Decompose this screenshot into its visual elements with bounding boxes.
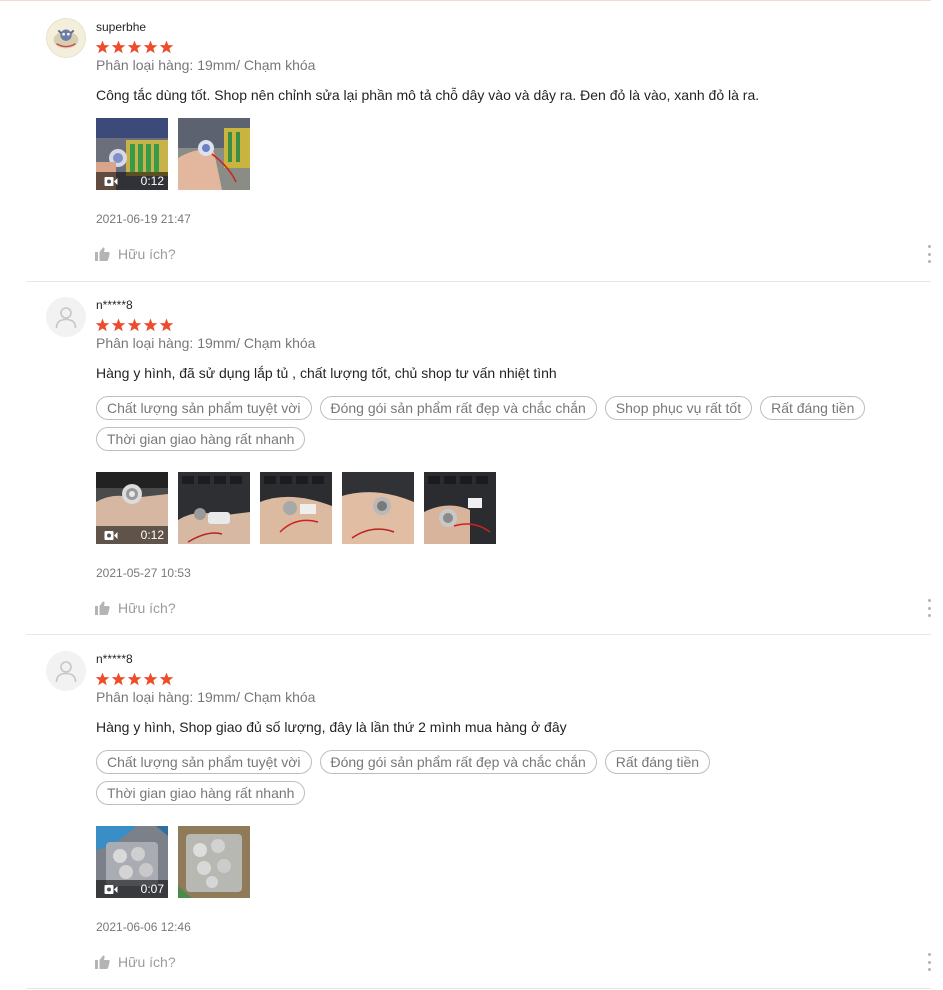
rating-stars (95, 40, 174, 54)
helpful-button[interactable]: Hữu ích? (95, 954, 176, 970)
star-icon (127, 40, 142, 54)
more-options-button[interactable] (926, 599, 932, 617)
helpful-button[interactable]: Hữu ích? (95, 600, 176, 616)
avatar-image (47, 19, 85, 57)
rating-stars (95, 318, 174, 332)
photo (424, 472, 496, 544)
video-thumbnail[interactable]: 0:12 (96, 118, 168, 190)
video-bar: 0:12 (96, 526, 168, 544)
video-bar: 0:07 (96, 880, 168, 898)
review-tag[interactable]: Shop phục vụ rất tốt (604, 396, 753, 420)
review-comment: Hàng y hình, đã sử dụng lắp tủ , chất lư… (96, 365, 557, 381)
review-comment: Hàng y hình, Shop giao đủ số lượng, đây … (96, 719, 567, 735)
more-vertical-icon (927, 260, 931, 263)
video-bar: 0:12 (96, 172, 168, 190)
star-icon (127, 318, 142, 332)
thumbs-up-icon (95, 601, 110, 615)
star-icon (127, 672, 142, 686)
review-tag[interactable]: Đóng gói sản phẩm rất đẹp và chắc chắn (319, 396, 597, 420)
star-icon (111, 318, 126, 332)
star-icon (159, 672, 174, 686)
star-icon (111, 672, 126, 686)
review-comment: Công tắc dùng tốt. Shop nên chỉnh sửa lạ… (96, 87, 760, 103)
review-tags: Chất lượng sản phẩm tuyệt vời Đóng gói s… (96, 396, 916, 451)
review-tag[interactable]: Rất đáng tiền (604, 750, 711, 774)
username[interactable]: n*****8 (96, 298, 133, 312)
photo (178, 118, 250, 190)
star-icon (111, 40, 126, 54)
image-thumbnail[interactable] (178, 472, 250, 544)
user-avatar[interactable] (46, 651, 86, 691)
video-duration: 0:12 (140, 174, 164, 188)
username[interactable]: n*****8 (96, 652, 133, 666)
review-tag[interactable]: Chất lượng sản phẩm tuyệt vời (96, 750, 312, 774)
photo (260, 472, 332, 544)
more-vertical-icon (927, 614, 931, 617)
image-thumbnail[interactable] (178, 826, 250, 898)
video-thumbnail[interactable]: 0:12 (96, 472, 168, 544)
review-tag[interactable]: Rất đáng tiền (760, 396, 866, 420)
helpful-button[interactable]: Hữu ích? (95, 246, 176, 262)
thumbs-up-icon (95, 247, 110, 261)
review-tags: Chất lượng sản phẩm tuyệt vời Đóng gói s… (96, 750, 916, 805)
video-thumbnail[interactable]: 0:07 (96, 826, 168, 898)
star-icon (143, 40, 158, 54)
user-avatar[interactable] (46, 297, 86, 337)
product-variation: Phân loại hàng: 19mm/ Chạm khóa (96, 57, 316, 73)
review-date: 2021-05-27 10:53 (96, 566, 191, 580)
star-icon (143, 672, 158, 686)
review-tag[interactable]: Thời gian giao hàng rất nhanh (96, 427, 306, 451)
image-thumbnail[interactable] (342, 472, 414, 544)
more-options-button[interactable] (926, 953, 932, 971)
image-thumbnail[interactable] (260, 472, 332, 544)
review-tag[interactable]: Đóng gói sản phẩm rất đẹp và chắc chắn (319, 750, 597, 774)
photo (178, 826, 250, 898)
image-thumbnail[interactable] (424, 472, 496, 544)
thumbs-up-icon (95, 955, 110, 969)
more-vertical-icon (927, 968, 931, 971)
review-date: 2021-06-19 21:47 (96, 212, 191, 226)
user-placeholder-icon (55, 307, 77, 329)
video-camera-icon (104, 884, 118, 894)
more-options-button[interactable] (926, 245, 932, 263)
product-variation: Phân loại hàng: 19mm/ Chạm khóa (96, 689, 316, 705)
review-item: n*****8 Phân loại hàng: 19mm/ Chạm khóa … (26, 635, 931, 989)
review-date: 2021-06-06 12:46 (96, 920, 191, 934)
user-avatar[interactable] (46, 18, 86, 58)
review-tag[interactable]: Thời gian giao hàng rất nhanh (96, 781, 306, 805)
star-icon (95, 672, 110, 686)
user-placeholder-icon (55, 661, 77, 683)
star-icon (143, 318, 158, 332)
star-icon (159, 40, 174, 54)
helpful-label: Hữu ích? (118, 954, 176, 970)
product-variation: Phân loại hàng: 19mm/ Chạm khóa (96, 335, 316, 351)
review-tag[interactable]: Chất lượng sản phẩm tuyệt vời (96, 396, 312, 420)
photo (342, 472, 414, 544)
photo (178, 472, 250, 544)
more-vertical-icon (927, 252, 931, 256)
star-icon (159, 318, 174, 332)
video-duration: 0:12 (140, 528, 164, 542)
more-vertical-icon (927, 606, 931, 610)
username[interactable]: superbhe (96, 20, 146, 34)
helpful-label: Hữu ích? (118, 600, 176, 616)
more-vertical-icon (927, 245, 931, 248)
star-icon (95, 40, 110, 54)
more-vertical-icon (927, 960, 931, 964)
video-camera-icon (104, 530, 118, 540)
review-item: superbhe Phân loại hàng: 19mm/ Chạm khóa… (26, 0, 931, 282)
more-vertical-icon (927, 599, 931, 602)
video-camera-icon (104, 176, 118, 186)
review-media: 0:07 (96, 826, 250, 898)
review-item: n*****8 Phân loại hàng: 19mm/ Chạm khóa … (26, 282, 931, 635)
helpful-label: Hữu ích? (118, 246, 176, 262)
video-duration: 0:07 (140, 882, 164, 896)
star-icon (95, 318, 110, 332)
review-media: 0:12 (96, 118, 250, 190)
review-media: 0:12 (96, 472, 496, 544)
more-vertical-icon (927, 953, 931, 956)
image-thumbnail[interactable] (178, 118, 250, 190)
rating-stars (95, 672, 174, 686)
